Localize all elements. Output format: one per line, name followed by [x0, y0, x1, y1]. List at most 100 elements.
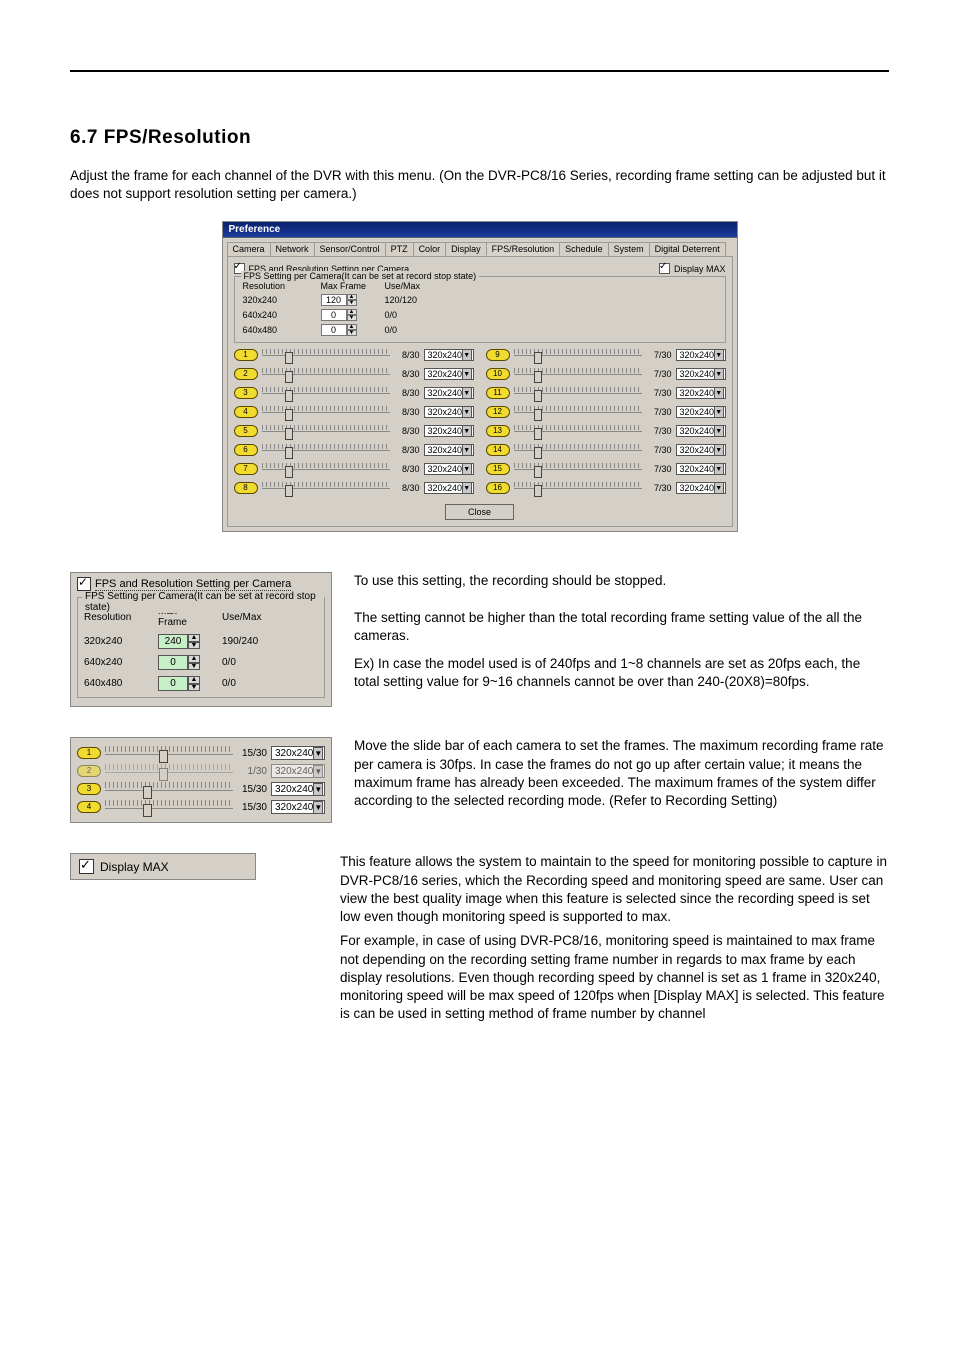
channel-slider[interactable] — [514, 406, 642, 418]
chevron-down-icon[interactable]: ▼ — [313, 801, 323, 814]
maxframe-input[interactable] — [158, 676, 188, 691]
channel-resolution-select[interactable]: 320x240▼ — [676, 406, 726, 418]
chevron-down-icon[interactable]: ▼ — [462, 482, 471, 494]
channel-resolution-select[interactable]: 320x240▼ — [424, 406, 474, 418]
maxframe-stepper[interactable]: ▲▼ — [321, 309, 367, 321]
maxframe-stepper[interactable]: ▲▼ — [158, 634, 208, 649]
channel-fps: 7/30 — [646, 483, 672, 493]
chevron-down-icon[interactable]: ▼ — [462, 368, 471, 380]
fig2-text-2: The setting cannot be higher than the to… — [354, 609, 889, 645]
chevron-down-icon[interactable]: ▼ — [714, 368, 723, 380]
chevron-down-icon[interactable]: ▼ — [347, 300, 357, 306]
channel-resolution-select[interactable]: 320x240▼ — [424, 387, 474, 399]
channel-slider[interactable] — [262, 368, 390, 380]
chevron-down-icon[interactable]: ▼ — [462, 406, 471, 418]
channel-resolution-select[interactable]: 320x240▼ — [676, 482, 726, 494]
channel-slider[interactable] — [262, 425, 390, 437]
channel-slider[interactable] — [262, 463, 390, 475]
channel-resolution-select[interactable]: 320x240▼ — [676, 349, 726, 361]
chevron-down-icon[interactable]: ▼ — [714, 406, 723, 418]
channel-resolution-select[interactable]: 320x240▼ — [424, 444, 474, 456]
chevron-down-icon[interactable]: ▼ — [462, 444, 471, 456]
channel-resolution-select[interactable]: 320x240▼ — [676, 463, 726, 475]
chevron-down-icon[interactable]: ▼ — [313, 783, 323, 796]
channel-slider[interactable] — [262, 406, 390, 418]
channel-resolution-select[interactable]: 320x240▼ — [271, 782, 325, 796]
display-max-checkbox[interactable] — [659, 263, 670, 274]
channel-fps: 8/30 — [394, 369, 420, 379]
maxframe-input[interactable] — [158, 655, 188, 670]
display-max-checkbox[interactable] — [79, 859, 94, 874]
maxframe-input[interactable] — [158, 634, 188, 649]
tab-sensor-control[interactable]: Sensor/Control — [314, 242, 386, 256]
channel-slider[interactable] — [105, 764, 233, 778]
chevron-down-icon[interactable]: ▼ — [347, 315, 357, 321]
chevron-up-icon[interactable]: ▲ — [188, 634, 200, 642]
channel-slider[interactable] — [514, 425, 642, 437]
tab-digital-deterrent[interactable]: Digital Deterrent — [649, 242, 726, 256]
channel-resolution-select[interactable]: 320x240▼ — [424, 482, 474, 494]
chevron-down-icon[interactable]: ▼ — [714, 463, 723, 475]
tab-fps-resolution[interactable]: FPS/Resolution — [486, 242, 561, 256]
chevron-up-icon[interactable]: ▲ — [188, 676, 200, 684]
chevron-down-icon[interactable]: ▼ — [714, 349, 723, 361]
close-button[interactable]: Close — [445, 504, 514, 520]
fps-per-camera-checkbox[interactable] — [77, 577, 91, 591]
chevron-down-icon[interactable]: ▼ — [462, 349, 471, 361]
channel-slider[interactable] — [514, 349, 642, 361]
maxframe-input[interactable] — [321, 294, 347, 306]
channel-slider[interactable] — [262, 482, 390, 494]
chevron-down-icon[interactable]: ▼ — [188, 684, 200, 692]
channel-slider[interactable] — [514, 368, 642, 380]
channel-resolution-select[interactable]: 320x240▼ — [676, 387, 726, 399]
tab-schedule[interactable]: Schedule — [559, 242, 609, 256]
usemax-value: 0/0 — [222, 657, 268, 668]
maxframe-stepper[interactable]: ▲▼ — [158, 676, 208, 691]
chevron-down-icon[interactable]: ▼ — [714, 444, 723, 456]
channel-resolution-select[interactable]: 320x240▼ — [676, 444, 726, 456]
channel-resolution-select[interactable]: 320x240▼ — [424, 425, 474, 437]
chevron-down-icon[interactable]: ▼ — [313, 747, 323, 760]
chevron-down-icon[interactable]: ▼ — [462, 463, 471, 475]
tab-ptz[interactable]: PTZ — [385, 242, 414, 256]
tab-system[interactable]: System — [608, 242, 650, 256]
maxframe-input[interactable] — [321, 309, 347, 321]
channel-slider[interactable] — [514, 387, 642, 399]
maxframe-stepper[interactable]: ▲▼ — [321, 324, 367, 336]
channel-slider[interactable] — [514, 463, 642, 475]
chevron-down-icon[interactable]: ▼ — [714, 425, 723, 437]
tab-network[interactable]: Network — [270, 242, 315, 256]
tab-display[interactable]: Display — [445, 242, 487, 256]
chevron-down-icon[interactable]: ▼ — [714, 482, 723, 494]
channel-resolution-select[interactable]: 320x240▼ — [271, 764, 325, 778]
channel-slider[interactable] — [262, 444, 390, 456]
channel-resolution-select[interactable]: 320x240▼ — [676, 425, 726, 437]
channel-slider[interactable] — [105, 782, 233, 796]
chevron-down-icon[interactable]: ▼ — [313, 765, 323, 778]
chevron-down-icon[interactable]: ▼ — [462, 387, 471, 399]
chevron-down-icon[interactable]: ▼ — [462, 425, 471, 437]
channel-slider[interactable] — [105, 746, 233, 760]
channel-resolution-select[interactable]: 320x240▼ — [676, 368, 726, 380]
maxframe-stepper[interactable]: ▲▼ — [158, 655, 208, 670]
chevron-down-icon[interactable]: ▼ — [714, 387, 723, 399]
tab-camera[interactable]: Camera — [227, 242, 271, 256]
channel-resolution-select[interactable]: 320x240▼ — [424, 463, 474, 475]
channel-slider[interactable] — [105, 800, 233, 814]
channel-slider[interactable] — [514, 444, 642, 456]
maxframe-stepper[interactable]: ▲▼ — [321, 294, 367, 306]
channel-resolution-select[interactable]: 320x240▼ — [424, 368, 474, 380]
channel-slider[interactable] — [262, 349, 390, 361]
maxframe-input[interactable] — [321, 324, 347, 336]
channel-slider[interactable] — [262, 387, 390, 399]
chevron-down-icon[interactable]: ▼ — [188, 642, 200, 650]
channel-resolution-select[interactable]: 320x240▼ — [424, 349, 474, 361]
chevron-down-icon[interactable]: ▼ — [347, 330, 357, 336]
chevron-up-icon[interactable]: ▲ — [188, 655, 200, 663]
tab-color[interactable]: Color — [413, 242, 447, 256]
channel-resolution-select[interactable]: 320x240▼ — [271, 746, 325, 760]
channel-resolution-select[interactable]: 320x240▼ — [271, 800, 325, 814]
chevron-down-icon[interactable]: ▼ — [188, 663, 200, 671]
channel-slider[interactable] — [514, 482, 642, 494]
usemax-value: 120/120 — [385, 295, 445, 305]
